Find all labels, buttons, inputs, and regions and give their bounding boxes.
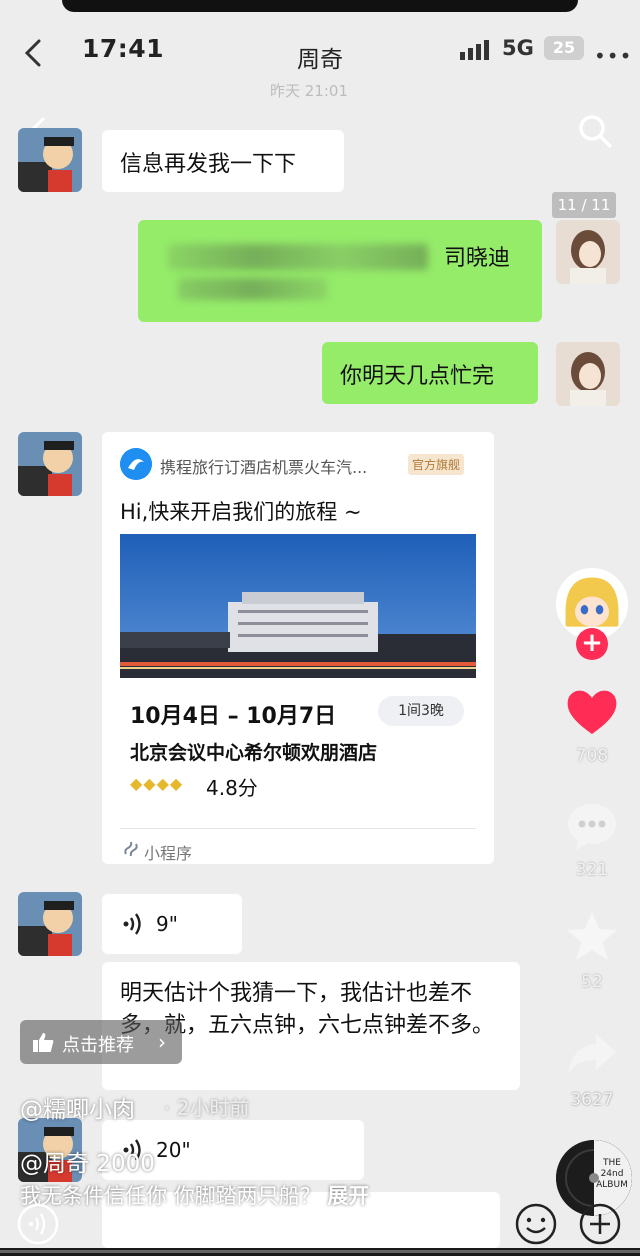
- more-options-button[interactable]: •••: [594, 44, 632, 68]
- video-progress-bar[interactable]: [0, 1248, 640, 1256]
- share-arrow-icon[interactable]: [564, 1028, 620, 1080]
- thumbs-up-icon: [33, 1033, 54, 1052]
- official-badge: 官方旗舰: [408, 454, 465, 475]
- follow-button[interactable]: +: [576, 628, 608, 660]
- blurred-text: [168, 244, 428, 270]
- recommend-button[interactable]: 点击推荐 ›: [20, 1020, 182, 1064]
- rooms-nights-pill: 1间3晚: [378, 696, 464, 726]
- mini-program-label: 小程序: [144, 844, 193, 863]
- post-age: · 2小时前: [164, 1096, 250, 1120]
- voice-wave-icon: [123, 913, 141, 935]
- comment-icon[interactable]: [564, 800, 620, 852]
- card-source: 携程旅行订酒店机票火车汽...: [160, 458, 368, 477]
- share-count: 3627: [570, 1090, 614, 1110]
- message-bubble[interactable]: 你明天几点忙完: [322, 342, 538, 404]
- expand-button[interactable]: 展开: [327, 1184, 369, 1208]
- card-divider: [120, 828, 476, 829]
- battery-indicator: 25: [544, 36, 584, 60]
- hotel-name: 北京会议中心希尔顿欢朋酒店: [130, 742, 378, 764]
- caption-text: 我无条件信任你 你脚踏两只船？: [20, 1184, 321, 1208]
- message-bubble[interactable]: 信息再发我一下下: [102, 130, 344, 192]
- comment-count: 321: [575, 860, 609, 880]
- avatar-self[interactable]: [556, 342, 620, 406]
- network-type: 5G: [502, 36, 534, 60]
- chevron-right-icon: ›: [158, 1030, 166, 1054]
- mini-program-icon: [124, 841, 138, 857]
- voice-message[interactable]: 9": [102, 894, 242, 954]
- camera-notch: [62, 0, 578, 12]
- signal-icon: [460, 40, 489, 60]
- voice-duration: 20": [156, 1138, 191, 1162]
- voice-input-icon[interactable]: [16, 1202, 60, 1246]
- mini-program-card[interactable]: 携程旅行订酒店机票火车汽... 官方旗舰 Hi,快来开启我们的旅程 ~ 10月4…: [102, 432, 494, 864]
- star-icon[interactable]: [564, 910, 620, 962]
- avatar-contact[interactable]: [18, 892, 82, 956]
- ctrip-logo-icon: [120, 448, 152, 480]
- page-indicator: 11 / 11: [552, 192, 616, 218]
- avatar-contact[interactable]: [18, 432, 82, 496]
- card-heading: Hi,快来开启我们的旅程 ~: [120, 500, 362, 524]
- stay-dates: 10月4日 – 10月7日: [130, 704, 337, 729]
- diamond-rating-icon: ◆◆◆◆: [130, 774, 184, 793]
- album-label: THE 24nd ALBUM: [596, 1158, 628, 1190]
- avatar-contact[interactable]: [18, 128, 82, 192]
- emoji-icon[interactable]: [514, 1202, 558, 1246]
- video-caption: 我无条件信任你 你脚踏两只船？ 展开: [20, 1180, 369, 1210]
- heart-icon[interactable]: [564, 686, 620, 738]
- hotel-photo: [120, 534, 476, 678]
- search-icon[interactable]: [576, 112, 614, 150]
- recommend-label: 点击推荐: [62, 1035, 134, 1056]
- avatar-self[interactable]: [556, 220, 620, 284]
- plus-icon[interactable]: [578, 1202, 622, 1246]
- message-timestamp: 昨天 21:01: [270, 82, 348, 100]
- author-handle[interactable]: @糯唧小肉: [20, 1090, 135, 1124]
- hotel-score: 4.8分: [206, 776, 258, 800]
- message-name-text: 司晓迪: [443, 246, 510, 271]
- favorite-count: 52: [581, 972, 603, 992]
- message-bubble-blurred[interactable]: 司晓迪: [138, 220, 542, 322]
- mention-link[interactable]: @周奇 2000: [20, 1144, 155, 1178]
- voice-duration: 9": [156, 912, 178, 936]
- blurred-text: [178, 278, 328, 300]
- like-count: 708: [575, 746, 609, 766]
